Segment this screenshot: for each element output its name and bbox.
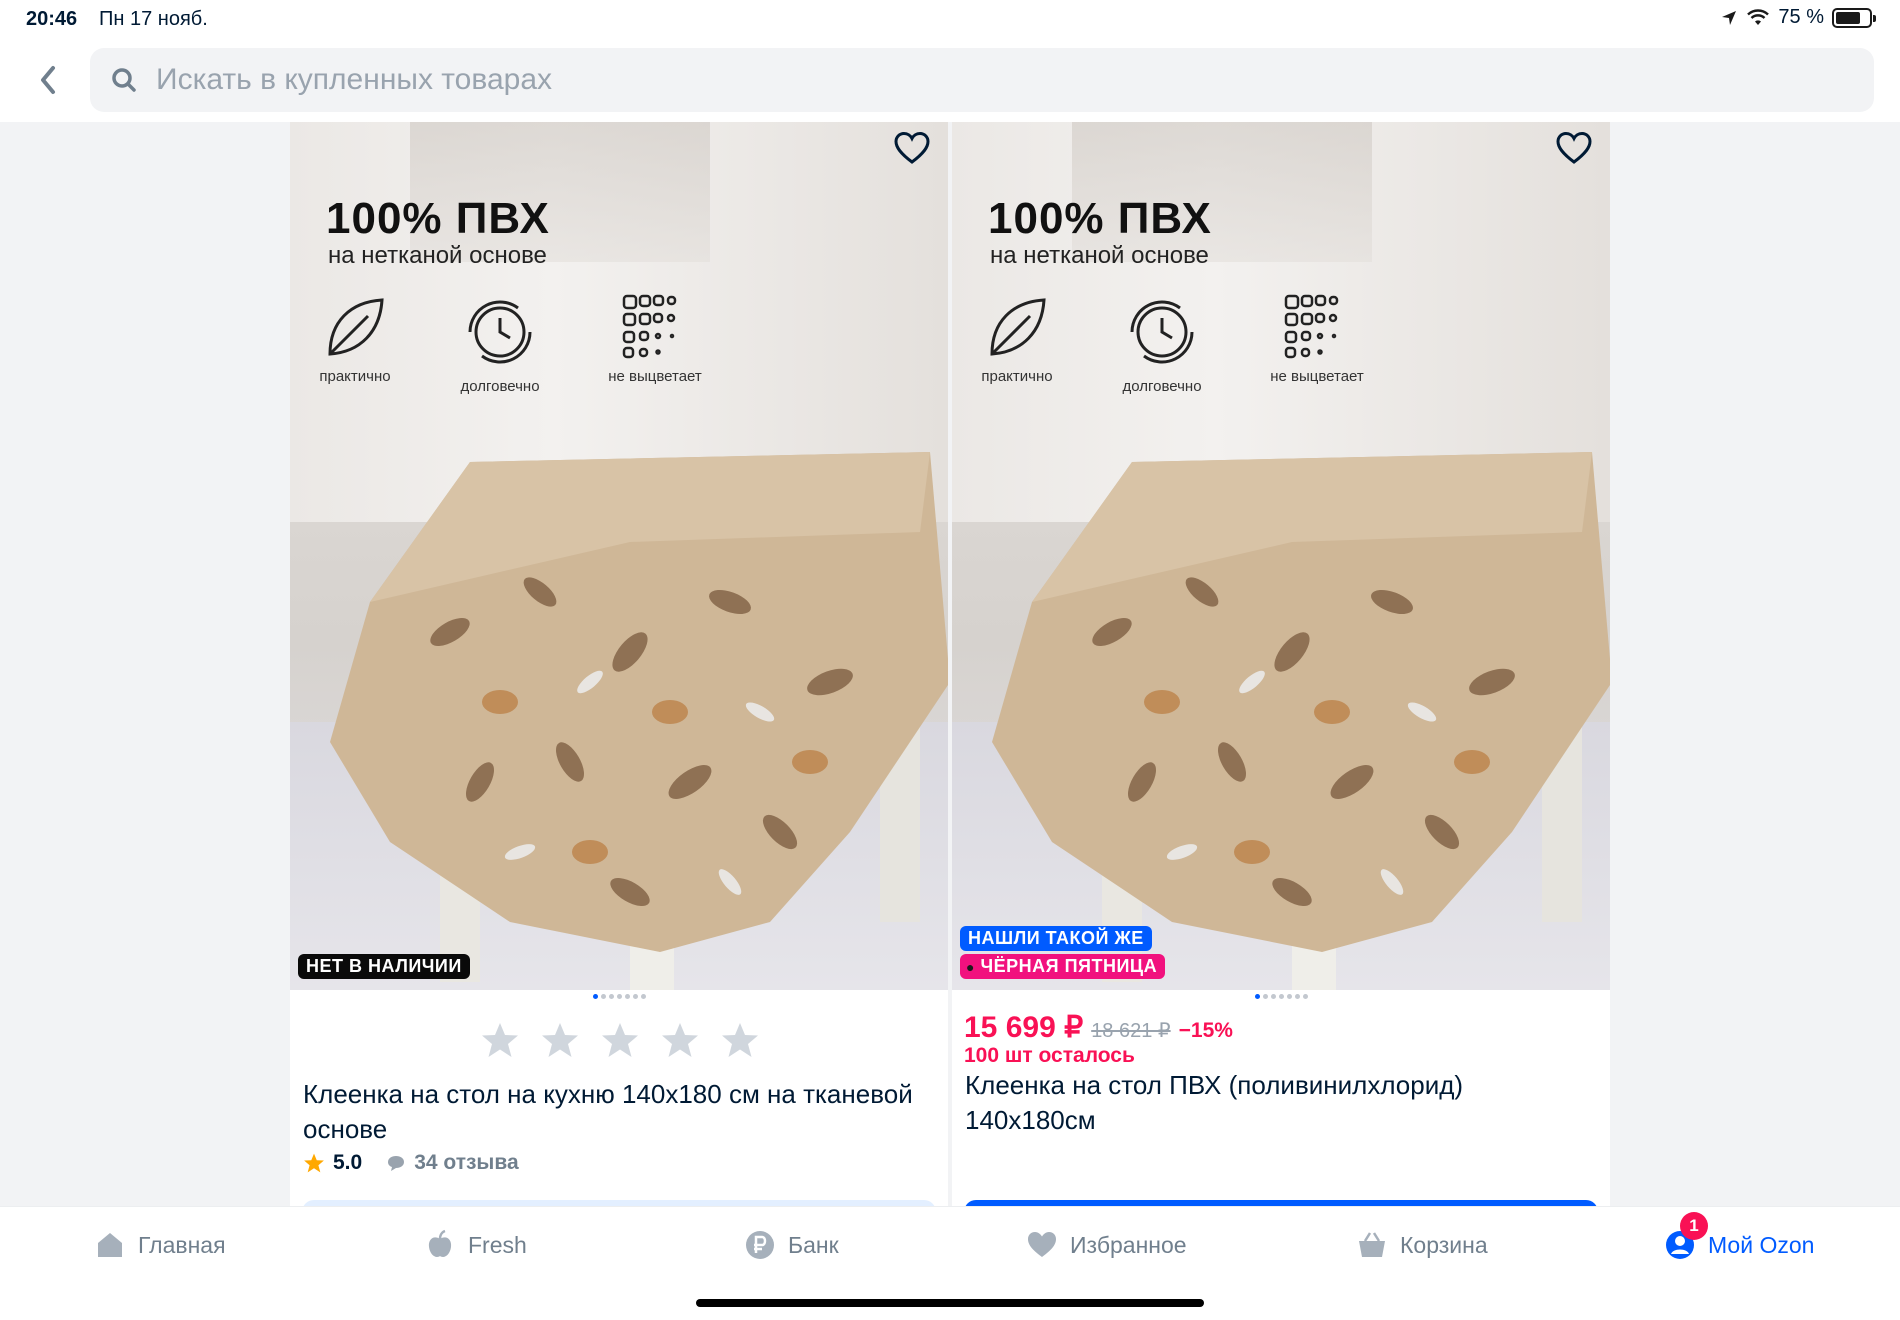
location-icon bbox=[1722, 10, 1737, 25]
star-icon[interactable] bbox=[540, 1020, 580, 1060]
reviews-count[interactable]: 34 отзыва bbox=[386, 1151, 519, 1175]
star-icon[interactable] bbox=[720, 1020, 760, 1060]
favorite-button[interactable] bbox=[1552, 126, 1596, 170]
search-icon bbox=[112, 68, 136, 92]
rating-value: 5.0 bbox=[333, 1151, 363, 1174]
tab-fresh[interactable]: Fresh bbox=[424, 1229, 527, 1261]
carousel-dots[interactable] bbox=[290, 994, 948, 999]
promo-subtitle: на нетканой основе bbox=[990, 242, 1209, 269]
leaf-icon bbox=[328, 298, 384, 356]
promo-title: 100% ПВХ bbox=[988, 194, 1212, 243]
product-title[interactable]: Клеенка на стол на кухню 140x180 см на т… bbox=[303, 1077, 933, 1147]
search-input[interactable] bbox=[156, 63, 1756, 97]
back-button[interactable] bbox=[26, 58, 70, 102]
star-icon[interactable] bbox=[600, 1020, 640, 1060]
feature-durable: долговечно bbox=[435, 292, 565, 395]
tab-cart[interactable]: Корзина bbox=[1356, 1229, 1488, 1261]
tab-favorites[interactable]: Избранное bbox=[1026, 1229, 1187, 1261]
heart-icon bbox=[894, 131, 930, 164]
star-icon[interactable] bbox=[660, 1020, 700, 1060]
promo-title: 100% ПВХ bbox=[326, 194, 550, 243]
dots-grid-icon bbox=[622, 294, 677, 359]
status-time: 20:46 bbox=[26, 8, 78, 30]
rate-stars[interactable] bbox=[480, 1020, 760, 1060]
home-indicator[interactable] bbox=[696, 1299, 1204, 1307]
notification-badge: 1 bbox=[1680, 1212, 1708, 1240]
product-photo[interactable]: 100% ПВХ на нетканой основе практично до… bbox=[290, 122, 948, 990]
found-same-badge: НАШЛИ ТАКОЙ ЖЕ bbox=[960, 926, 1152, 951]
fire-icon: ● bbox=[966, 959, 975, 975]
comment-icon bbox=[388, 1156, 405, 1171]
star-filled-icon bbox=[304, 1153, 324, 1173]
feature-durable: долговечно bbox=[1097, 292, 1227, 395]
clock-icon bbox=[468, 300, 532, 364]
product-card[interactable]: 100% ПВХ на нетканой основе практично до… bbox=[290, 122, 948, 1207]
battery-percent: 75 % bbox=[1778, 6, 1824, 28]
carousel-dots[interactable] bbox=[952, 994, 1610, 999]
old-price: 18 621 ₽ bbox=[1091, 1020, 1171, 1042]
feature-practical: практично bbox=[290, 292, 420, 385]
wifi-icon bbox=[1747, 8, 1770, 25]
tab-home[interactable]: Главная bbox=[94, 1229, 226, 1261]
tablecloth-image bbox=[992, 452, 1610, 952]
star-icon[interactable] bbox=[480, 1020, 520, 1060]
feature-practical: практично bbox=[952, 292, 1082, 385]
product-photo[interactable]: 100% ПВХ на нетканой основе практично до… bbox=[952, 122, 1610, 990]
price-row: 15 699 ₽ 18 621 ₽ −15% bbox=[964, 1010, 1233, 1045]
apple-icon bbox=[428, 1229, 452, 1257]
promo-subtitle: на нетканой основе bbox=[328, 242, 547, 269]
chevron-left-icon bbox=[41, 66, 55, 94]
product-title[interactable]: Клеенка на стол ПВХ (поливинилхлорид) 14… bbox=[965, 1068, 1595, 1138]
top-header bbox=[0, 40, 1900, 122]
heart-icon bbox=[1556, 131, 1592, 164]
feature-no-fade: не выцветает bbox=[590, 292, 720, 385]
status-date: Пн 17 нояб. bbox=[99, 8, 208, 30]
discount: −15% bbox=[1178, 1019, 1233, 1042]
clock-icon bbox=[1130, 300, 1194, 364]
tablecloth-image bbox=[330, 452, 948, 952]
search-bar[interactable] bbox=[90, 48, 1874, 112]
stock-left: 100 шт осталось bbox=[964, 1044, 1135, 1067]
feature-no-fade: не выцветает bbox=[1252, 292, 1382, 385]
basket-icon bbox=[1359, 1232, 1385, 1257]
out-of-stock-badge: НЕТ В НАЛИЧИИ bbox=[298, 954, 470, 979]
status-bar: 20:46 Пн 17 нояб. 75 % bbox=[0, 0, 1900, 40]
current-price: 15 699 ₽ bbox=[964, 1011, 1084, 1044]
dots-grid-icon bbox=[1284, 294, 1339, 359]
tab-bank[interactable]: Банк bbox=[744, 1229, 839, 1261]
product-card[interactable]: 100% ПВХ на нетканой основе практично до… bbox=[952, 122, 1610, 1207]
leaf-icon bbox=[990, 298, 1046, 356]
battery-icon bbox=[1832, 7, 1876, 28]
heart-icon bbox=[1028, 1232, 1056, 1257]
product-rating: 5.0 34 отзыва bbox=[303, 1151, 519, 1175]
favorite-button[interactable] bbox=[890, 126, 934, 170]
home-icon bbox=[98, 1233, 122, 1257]
ruble-icon bbox=[746, 1231, 774, 1259]
status-indicators: 75 % bbox=[1720, 6, 1876, 29]
black-friday-badge: ● ЧЁРНАЯ ПЯТНИЦА bbox=[960, 954, 1166, 979]
